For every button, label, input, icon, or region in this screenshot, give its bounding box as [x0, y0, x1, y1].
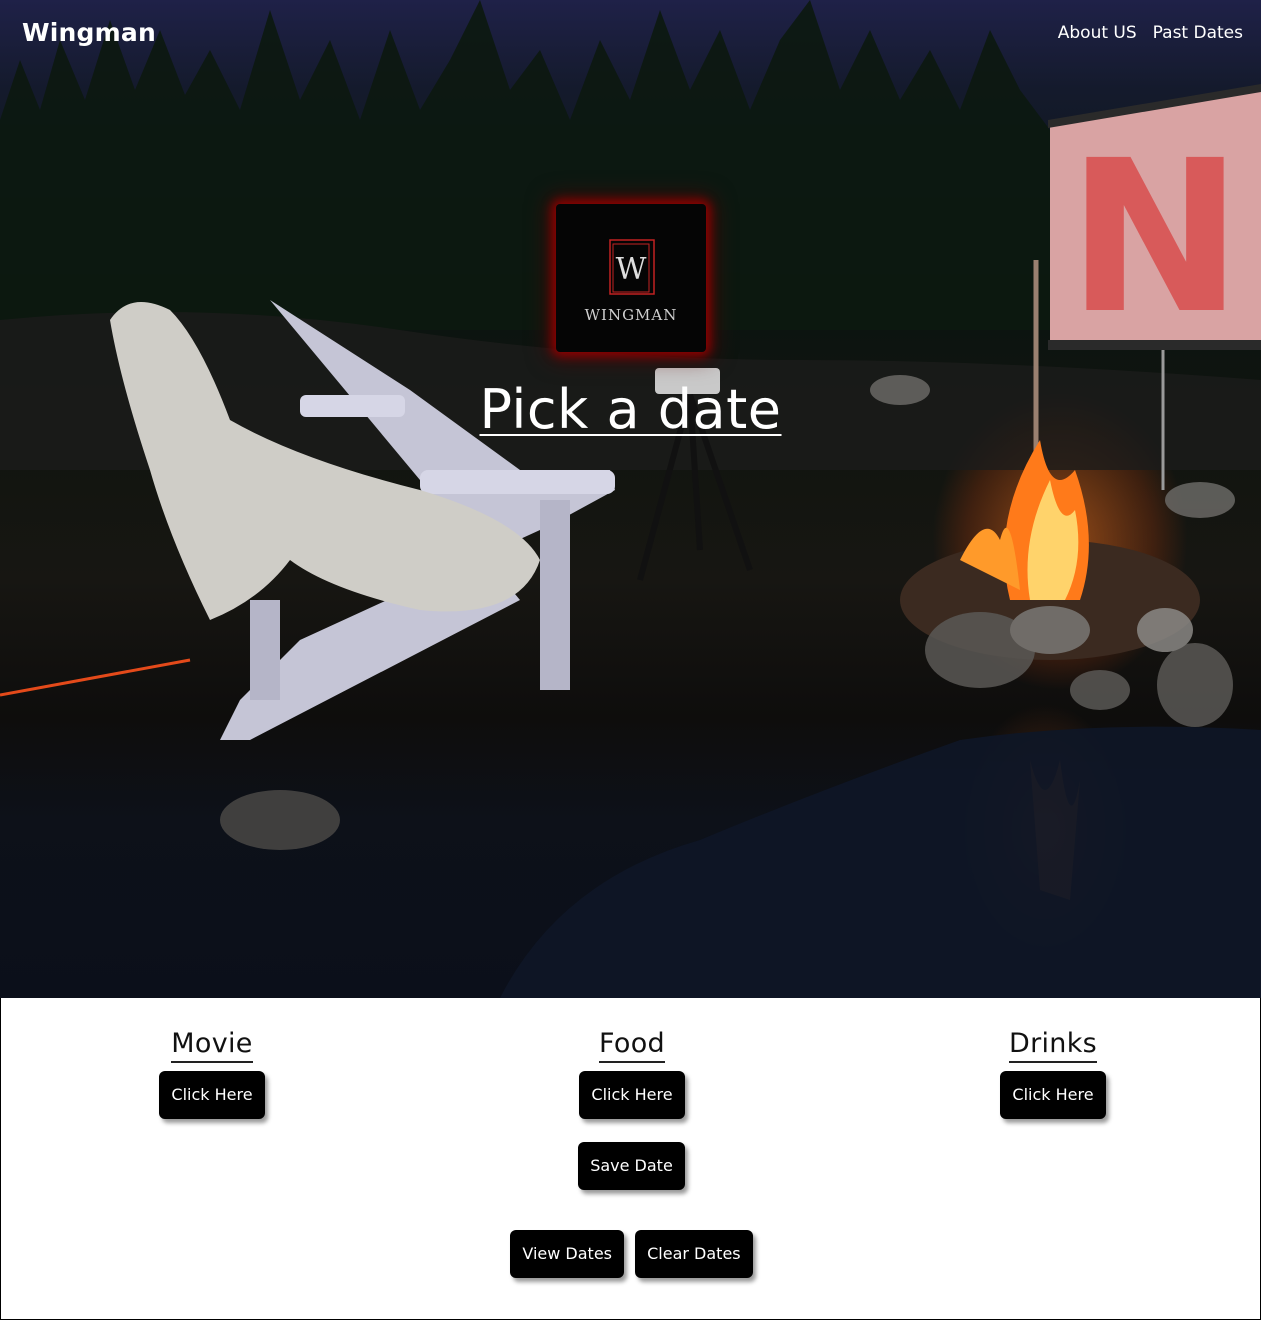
view-dates-button[interactable]: View Dates [510, 1230, 625, 1278]
movie-heading: Movie [171, 1028, 253, 1063]
drinks-column: Drinks Click Here [903, 1028, 1203, 1119]
pick-a-date-link[interactable]: Pick a date [479, 378, 781, 441]
save-date-button[interactable]: Save Date [578, 1142, 685, 1190]
movie-click-here-button[interactable]: Click Here [159, 1071, 265, 1119]
lake-water [500, 726, 1261, 998]
brand-logo[interactable]: Wingman [22, 18, 156, 47]
nav-about-us[interactable]: About US [1058, 23, 1137, 43]
hero-section: N Wingman About US Past Dates W WINGMAN … [0, 0, 1261, 998]
hero-title-wrap: Pick a date [0, 378, 1261, 441]
wingman-w-mark-icon: W [609, 239, 655, 295]
drinks-heading: Drinks [1008, 1028, 1097, 1063]
clear-dates-button[interactable]: Clear Dates [635, 1230, 753, 1278]
svg-text:W: W [616, 252, 647, 287]
dates-actions: View Dates Clear Dates [1, 1230, 1261, 1278]
save-date-wrap: Save Date [1, 1142, 1261, 1190]
nav-past-dates[interactable]: Past Dates [1153, 23, 1243, 43]
screen-n-letter: N [1067, 115, 1243, 360]
drinks-click-here-button[interactable]: Click Here [1000, 1071, 1106, 1119]
food-heading: Food [599, 1028, 665, 1063]
wingman-logo-box: W WINGMAN [556, 204, 706, 352]
date-builder-section: Movie Click Here Food Click Here Drinks … [0, 998, 1261, 1320]
logo-text: WINGMAN [584, 306, 678, 324]
hero-background-scene: N [0, 0, 1261, 998]
movie-column: Movie Click Here [62, 1028, 362, 1119]
top-nav: About US Past Dates [1058, 23, 1243, 43]
food-click-here-button[interactable]: Click Here [579, 1071, 685, 1119]
food-column: Food Click Here [482, 1028, 782, 1119]
